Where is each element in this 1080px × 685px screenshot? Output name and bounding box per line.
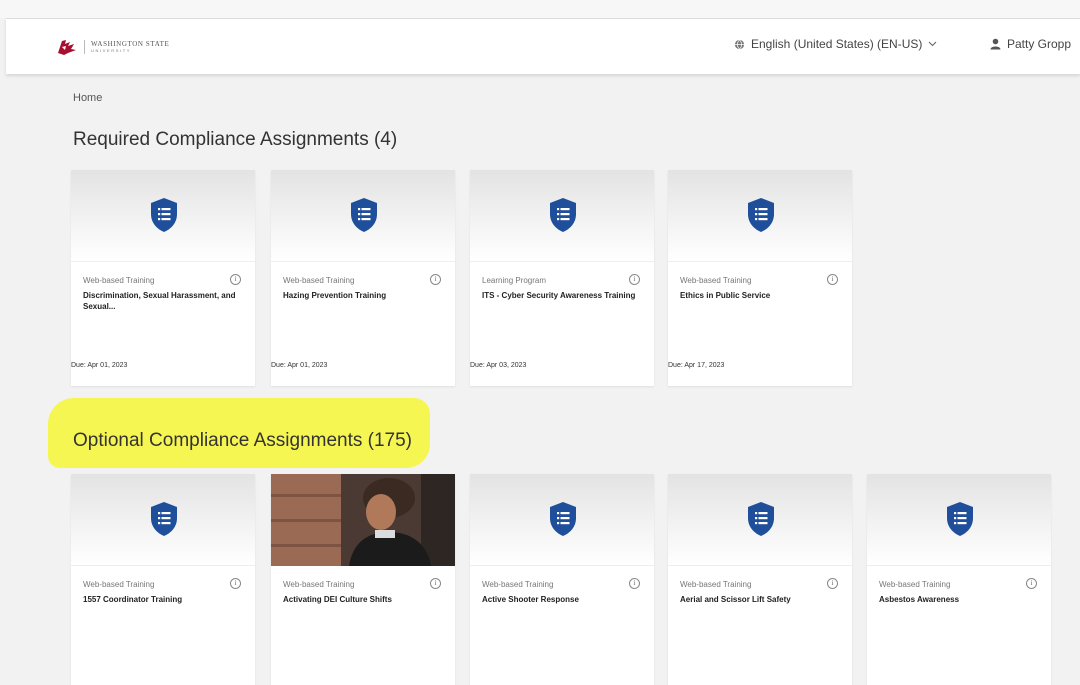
info-icon[interactable]: i [827,274,838,285]
top-header: WASHINGTON STATE UNIVERSITY English (Uni… [6,18,1080,74]
card-body: Web-based Training i Ethics in Public Se… [668,262,852,301]
card-thumbnail [71,170,255,262]
card-body: Web-based Training i Asbestos Awareness [867,566,1051,605]
card-type: Learning Program [482,276,547,285]
user-menu[interactable]: Patty Gropp [990,37,1071,51]
card-type: Web-based Training [283,580,355,589]
language-label: English (United States) (EN-US) [751,37,923,51]
required-card[interactable]: Learning Program i ITS - Cyber Security … [470,170,654,386]
card-title: Activating DEI Culture Shifts [283,595,392,604]
shield-list-icon [151,502,177,536]
card-body: Learning Program i ITS - Cyber Security … [470,262,654,301]
wsu-logo[interactable]: WASHINGTON STATE UNIVERSITY [56,38,169,56]
card-title: Discrimination, Sexual Harassment, and S… [83,291,236,311]
card-due-date: Due: Apr 03, 2023 [470,362,527,369]
card-due-date: Due: Apr 17, 2023 [668,362,725,369]
card-title: Asbestos Awareness [879,595,960,604]
card-thumbnail [470,474,654,566]
shield-list-icon [748,198,774,232]
cougar-logo-icon [58,40,76,55]
optional-card[interactable]: Web-based Training i Active Shooter Resp… [470,474,654,685]
card-thumbnail [271,170,455,262]
required-card[interactable]: Web-based Training i Ethics in Public Se… [668,170,852,386]
card-thumbnail [867,474,1051,566]
card-due-date: Due: Apr 01, 2023 [71,362,128,369]
card-thumbnail [470,170,654,262]
card-photo-thumbnail [271,474,455,566]
card-title: Ethics in Public Service [680,291,771,300]
card-type: Web-based Training [879,580,951,589]
user-name: Patty Gropp [1007,37,1072,51]
optional-card[interactable]: Web-based Training i 1557 Coordinator Tr… [71,474,255,685]
shield-list-icon [550,502,576,536]
logo-text: WASHINGTON STATE UNIVERSITY [91,41,169,53]
card-title: Aerial and Scissor Lift Safety [680,595,791,604]
shield-list-icon [947,502,973,536]
card-body: Web-based Training i Aerial and Scissor … [668,566,852,605]
info-icon[interactable]: i [1026,578,1037,589]
card-thumbnail [668,474,852,566]
card-type: Web-based Training [482,580,554,589]
shield-list-icon [151,198,177,232]
card-body: Web-based Training i 1557 Coordinator Tr… [71,566,255,605]
card-type: Web-based Training [83,276,155,285]
chevron-down-icon [929,41,937,47]
globe-icon [734,39,745,49]
required-section-title: Required Compliance Assignments (4) [73,129,398,150]
card-body: Web-based Training i Hazing Prevention T… [271,262,455,301]
info-icon[interactable]: i [430,274,441,285]
person-photo [271,474,455,566]
logo-wordmark: WASHINGTON STATE [91,40,170,48]
info-icon[interactable]: i [230,578,241,589]
optional-card[interactable]: Web-based Training i Aerial and Scissor … [668,474,852,685]
info-icon[interactable]: i [827,578,838,589]
required-card[interactable]: Web-based Training i Hazing Prevention T… [271,170,455,386]
card-thumbnail [71,474,255,566]
card-thumbnail [668,170,852,262]
card-title: Hazing Prevention Training [283,291,387,300]
optional-card[interactable]: Web-based Training i Activating DEI Cult… [271,474,455,685]
browser-top-strip [0,0,1080,18]
card-title: 1557 Coordinator Training [83,595,183,604]
info-icon[interactable]: i [230,274,241,285]
shield-list-icon [351,198,377,232]
shield-list-icon [550,198,576,232]
required-card[interactable]: Web-based Training i Discrimination, Sex… [71,170,255,386]
card-body: Web-based Training i Discrimination, Sex… [71,262,255,312]
optional-section-title: Optional Compliance Assignments (175) [73,430,413,451]
breadcrumb-home[interactable]: Home [73,92,102,104]
card-type: Web-based Training [680,276,752,285]
language-selector[interactable]: English (United States) (EN-US) [734,37,937,51]
user-icon [990,38,1001,50]
card-title: ITS - Cyber Security Awareness Training [482,291,636,300]
card-due-date: Due: Apr 01, 2023 [271,362,328,369]
card-body: Web-based Training i Active Shooter Resp… [470,566,654,605]
logo-subtitle: UNIVERSITY [91,48,132,53]
card-title: Active Shooter Response [482,595,579,604]
card-body: Web-based Training i Activating DEI Cult… [271,566,455,605]
card-type: Web-based Training [680,580,752,589]
shield-list-icon [748,502,774,536]
info-icon[interactable]: i [629,578,640,589]
logo-divider [84,40,85,54]
card-type: Web-based Training [283,276,355,285]
info-icon[interactable]: i [629,274,640,285]
optional-card[interactable]: Web-based Training i Asbestos Awareness [867,474,1051,685]
card-type: Web-based Training [83,580,155,589]
info-icon[interactable]: i [430,578,441,589]
